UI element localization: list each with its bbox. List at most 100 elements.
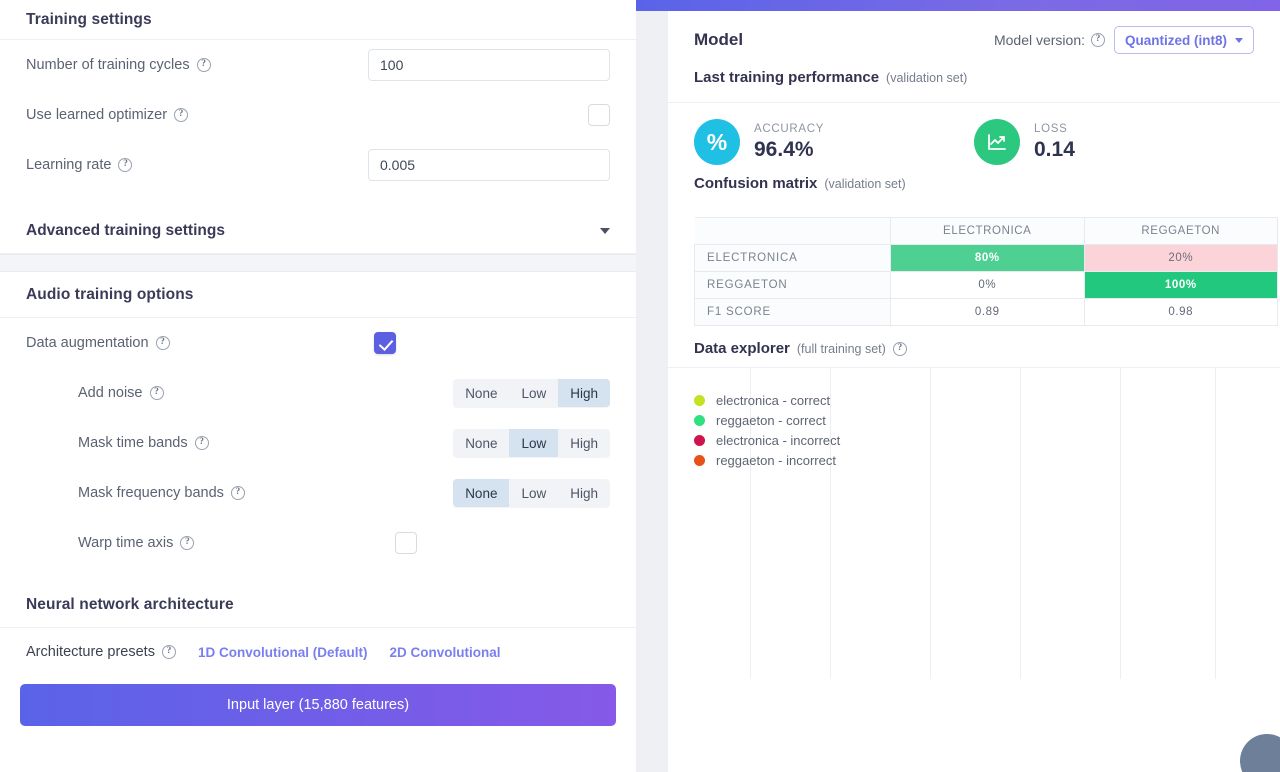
metric-accuracy-text: ACCURACY 96.4% xyxy=(754,123,824,162)
ctrl-mask-frequency-bands: None Low High xyxy=(453,479,610,507)
legend-item-electronica-incorrect[interactable]: electronica - incorrect xyxy=(694,430,840,450)
model-version-group: Model version: ? Quantized (int8) xyxy=(994,26,1254,54)
help-icon[interactable]: ? xyxy=(194,436,209,450)
data-augmentation-checkbox[interactable] xyxy=(374,332,396,354)
last-training-performance-title: Last training performance xyxy=(694,69,880,86)
legend-item-reggaeton-incorrect[interactable]: reggaeton - incorrect xyxy=(694,450,840,470)
model-title: Model xyxy=(694,30,744,49)
metric-loss-value: 0.14 xyxy=(1034,137,1075,161)
ctrl-learning-rate xyxy=(368,149,610,181)
metric-accuracy-label: ACCURACY xyxy=(754,122,825,135)
legend-label: electronica - correct xyxy=(716,392,831,408)
confusion-matrix-subtitle: (validation set) xyxy=(824,177,906,191)
add-noise-option-low[interactable]: Low xyxy=(509,379,558,407)
label-mask-time-bands: Mask time bands ? xyxy=(26,435,209,451)
label-learned-optimizer: Use learned optimizer ? xyxy=(26,107,189,123)
chevron-down-icon xyxy=(600,227,610,234)
confusion-matrix-table: ELECTRONICA REGGAETON ELECTRONICA 80% 20… xyxy=(694,217,1278,326)
learned-optimizer-checkbox[interactable] xyxy=(588,104,610,126)
gridline-vertical xyxy=(1120,368,1121,679)
ctrl-data-augmentation xyxy=(374,332,396,354)
data-explorer-title: Data explorer xyxy=(694,340,790,357)
percent-icon: % xyxy=(694,119,740,165)
model-version-value: Quantized (int8) xyxy=(1125,32,1227,48)
confusion-cell-f1-electronica: 0.89 xyxy=(890,298,1085,326)
ctrl-warp-time-axis xyxy=(395,532,417,554)
last-training-performance-subtitle: (validation set) xyxy=(886,71,968,85)
legend-dot xyxy=(694,414,705,426)
legend-item-reggaeton-correct[interactable]: reggaeton - correct xyxy=(694,410,840,430)
training-settings-title: Training settings xyxy=(0,0,636,40)
mask-time-bands-option-none[interactable]: None xyxy=(453,429,509,457)
legend-item-electronica-correct[interactable]: electronica - correct xyxy=(694,390,840,410)
help-icon[interactable]: ? xyxy=(892,341,907,356)
preset-1d-convolutional[interactable]: 1D Convolutional (Default) xyxy=(198,645,368,660)
mask-frequency-bands-option-high[interactable]: High xyxy=(558,479,610,507)
gridline-vertical xyxy=(1215,368,1216,679)
legend-dot xyxy=(694,394,705,406)
help-icon[interactable]: ? xyxy=(230,486,245,500)
label-add-noise: Add noise ? xyxy=(26,385,164,401)
model-version-label: Model version: ? xyxy=(994,32,1105,48)
data-explorer-scatter-plot[interactable]: electronica - correct reggaeton - correc… xyxy=(668,367,1280,679)
model-header: Model Model version: ? Quantized (int8) xyxy=(668,11,1280,69)
confusion-row-label-f1: F1 SCORE xyxy=(694,298,891,326)
mask-frequency-bands-option-low[interactable]: Low xyxy=(509,479,558,507)
preset-2d-convolutional[interactable]: 2D Convolutional xyxy=(389,645,500,660)
learning-rate-input[interactable] xyxy=(368,149,610,181)
help-icon[interactable]: ? xyxy=(180,536,195,550)
floating-help-button[interactable] xyxy=(1240,734,1280,772)
metrics-row: % ACCURACY 96.4% LOSS 0.14 xyxy=(668,103,1280,175)
row-mask-time-bands: Mask time bands ? None Low High xyxy=(0,418,636,468)
advanced-training-settings-toggle[interactable]: Advanced training settings xyxy=(0,208,636,254)
help-icon[interactable]: ? xyxy=(155,336,170,350)
label-training-cycles: Number of training cycles ? xyxy=(26,57,211,73)
row-add-noise: Add noise ? None Low High xyxy=(0,368,636,418)
confusion-row-label-reggaeton: REGGAETON xyxy=(694,271,891,299)
label-mask-frequency-bands: Mask frequency bands ? xyxy=(26,485,245,501)
training-settings-panel: Training settings Number of training cyc… xyxy=(0,0,636,772)
help-icon[interactable]: ? xyxy=(149,386,164,400)
architecture-presets-label-text: Architecture presets xyxy=(26,644,155,660)
metric-accuracy: % ACCURACY 96.4% xyxy=(694,119,974,165)
gridline-vertical xyxy=(930,368,931,679)
help-icon[interactable]: ? xyxy=(118,158,133,172)
label-learning-rate-text: Learning rate xyxy=(26,157,112,173)
label-learned-optimizer-text: Use learned optimizer xyxy=(26,107,168,123)
label-add-noise-text: Add noise xyxy=(78,385,143,401)
scatter-legend: electronica - correct reggaeton - correc… xyxy=(694,390,840,470)
add-noise-option-none[interactable]: None xyxy=(453,379,509,407)
input-layer-button[interactable]: Input layer (15,880 features) xyxy=(20,684,616,726)
add-noise-option-high[interactable]: High xyxy=(558,379,610,407)
legend-label: electronica - incorrect xyxy=(716,432,841,448)
training-cycles-input[interactable] xyxy=(368,49,610,81)
model-version-select[interactable]: Quantized (int8) xyxy=(1114,26,1254,54)
ctrl-add-noise: None Low High xyxy=(453,379,610,407)
model-panel: Model Model version: ? Quantized (int8) … xyxy=(668,11,1280,772)
help-icon[interactable]: ? xyxy=(174,108,189,122)
label-training-cycles-text: Number of training cycles xyxy=(26,57,190,73)
confusion-matrix-header: Confusion matrix (validation set) xyxy=(668,175,1280,209)
confusion-cell-reggaeton-electronica: 0% xyxy=(890,271,1085,299)
legend-label: reggaeton - incorrect xyxy=(716,452,836,468)
mask-time-bands-option-high[interactable]: High xyxy=(558,429,610,457)
confusion-matrix-title: Confusion matrix xyxy=(694,175,818,192)
line-chart-icon xyxy=(974,119,1020,165)
confusion-cell-reggaeton-reggaeton: 100% xyxy=(1083,271,1278,299)
metric-loss-label: LOSS xyxy=(1034,122,1068,135)
warp-time-axis-checkbox[interactable] xyxy=(395,532,417,554)
label-mask-time-bands-text: Mask time bands xyxy=(78,435,188,451)
mask-frequency-bands-option-none[interactable]: None xyxy=(453,479,510,507)
mask-time-bands-option-low[interactable]: Low xyxy=(509,429,559,457)
row-mask-frequency-bands: Mask frequency bands ? None Low High xyxy=(0,468,636,518)
row-training-cycles: Number of training cycles ? xyxy=(0,40,636,90)
help-icon[interactable]: ? xyxy=(161,645,176,659)
table-row: F1 SCORE 0.89 0.98 xyxy=(694,298,1278,326)
help-icon[interactable]: ? xyxy=(1091,33,1105,47)
label-data-augmentation-text: Data augmentation xyxy=(26,335,149,351)
table-header-row: ELECTRONICA REGGAETON xyxy=(694,217,1278,245)
row-learning-rate: Learning rate ? xyxy=(0,140,636,190)
panel-gutter xyxy=(636,0,668,772)
confusion-cell-electronica-reggaeton: 20% xyxy=(1083,244,1278,272)
help-icon[interactable]: ? xyxy=(196,58,211,72)
